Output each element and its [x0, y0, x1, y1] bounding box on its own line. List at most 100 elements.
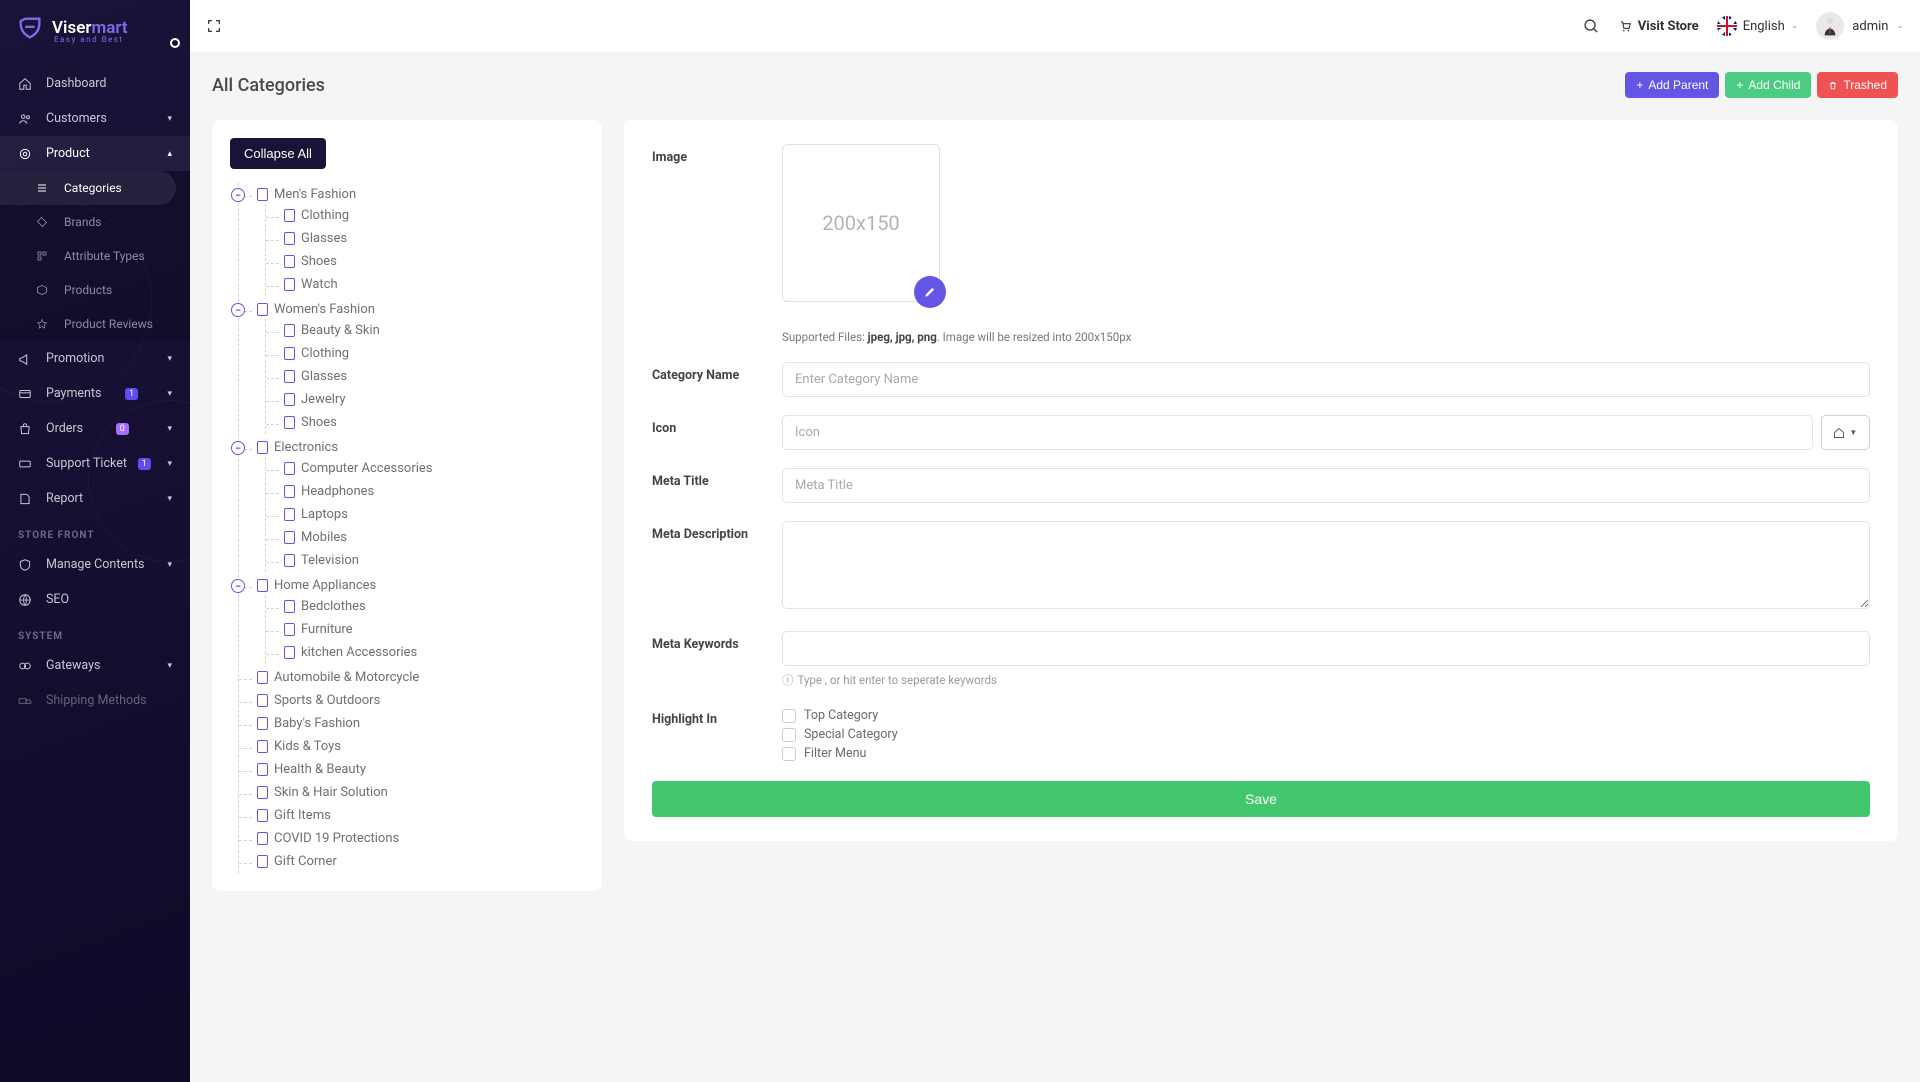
- collapse-icon[interactable]: −: [231, 441, 245, 455]
- add-parent-button[interactable]: + Add Parent: [1625, 72, 1719, 98]
- category-item[interactable]: Clothing: [284, 206, 584, 225]
- nav-categories[interactable]: Categories: [0, 171, 176, 205]
- logo[interactable]: Visermart Easy and Best: [0, 0, 190, 56]
- nav-brands[interactable]: Brands: [0, 205, 190, 239]
- nav-manage-contents[interactable]: Manage Contents ▾: [0, 547, 190, 582]
- nav-orders[interactable]: Orders 0 ▾: [0, 411, 190, 446]
- category-item[interactable]: Headphones: [284, 482, 584, 501]
- category-item[interactable]: COVID 19 Protections: [257, 829, 584, 848]
- category-label: Kids & Toys: [274, 739, 341, 754]
- truck-icon: [18, 694, 34, 708]
- collapse-icon[interactable]: −: [231, 579, 245, 593]
- category-item[interactable]: Clothing: [284, 344, 584, 363]
- nav-support[interactable]: Support Ticket 1 ▾: [0, 446, 190, 481]
- icon-input[interactable]: [782, 415, 1813, 450]
- tree-node: Clothing: [284, 342, 584, 365]
- category-item[interactable]: Gift Corner: [257, 852, 584, 871]
- category-item[interactable]: Computer Accessories: [284, 459, 584, 478]
- category-item[interactable]: Baby's Fashion: [257, 714, 584, 733]
- category-label: Health & Beauty: [274, 762, 366, 777]
- category-label: Gift Corner: [274, 854, 337, 869]
- chevron-down-icon: ▾: [167, 560, 172, 570]
- category-item[interactable]: Shoes: [284, 413, 584, 432]
- collapse-icon[interactable]: −: [231, 303, 245, 317]
- category-item[interactable]: Gift Items: [257, 806, 584, 825]
- image-upload-button[interactable]: [914, 276, 946, 308]
- search-icon[interactable]: [1583, 18, 1600, 35]
- tag-icon: [36, 216, 52, 228]
- category-item[interactable]: Mobiles: [284, 528, 584, 547]
- chevron-down-icon: ▾: [167, 424, 172, 434]
- nav-promotion[interactable]: Promotion ▾: [0, 341, 190, 376]
- nav-attribute-types[interactable]: Attribute Types: [0, 239, 190, 273]
- category-item[interactable]: Shoes: [284, 252, 584, 271]
- checkbox-input[interactable]: [782, 728, 796, 742]
- nav-gateways[interactable]: Gateways ▾: [0, 648, 190, 683]
- tree-node: Computer Accessories: [284, 457, 584, 480]
- category-item[interactable]: Automobile & Motorcycle: [257, 668, 584, 687]
- home-icon: [1833, 427, 1845, 439]
- document-icon: [284, 485, 295, 498]
- collapse-icon[interactable]: −: [231, 188, 245, 202]
- checkbox-input[interactable]: [782, 747, 796, 761]
- category-item[interactable]: Laptops: [284, 505, 584, 524]
- save-button[interactable]: Save: [652, 781, 1870, 817]
- sidebar-collapse-toggle[interactable]: [170, 38, 180, 48]
- meta-title-input[interactable]: [782, 468, 1870, 503]
- visit-store-link[interactable]: Visit Store: [1618, 19, 1699, 34]
- checkbox-top-category[interactable]: Top Category: [782, 706, 1870, 725]
- document-icon: [257, 671, 268, 684]
- ticket-icon: [18, 457, 34, 471]
- meta-keywords-input[interactable]: [782, 631, 1870, 666]
- badge: 0: [116, 423, 129, 435]
- nav-products[interactable]: Products: [0, 273, 190, 307]
- category-name-input[interactable]: [782, 362, 1870, 397]
- nav-shipping-methods[interactable]: Shipping Methods: [0, 683, 190, 718]
- document-icon: [257, 809, 268, 822]
- nav-seo[interactable]: SEO: [0, 582, 190, 617]
- add-child-button[interactable]: + Add Child: [1725, 72, 1811, 98]
- fullscreen-toggle-icon[interactable]: [206, 18, 222, 34]
- tree-node: Bedclothes: [284, 595, 584, 618]
- meta-description-input[interactable]: [782, 521, 1870, 609]
- checkbox-special-category[interactable]: Special Category: [782, 725, 1870, 744]
- collapse-all-button[interactable]: Collapse All: [230, 138, 326, 169]
- category-item[interactable]: kitchen Accessories: [284, 643, 584, 662]
- nav-product[interactable]: Product ▴: [0, 136, 190, 171]
- category-item[interactable]: Sports & Outdoors: [257, 691, 584, 710]
- category-item[interactable]: Watch: [284, 275, 584, 294]
- language-selector[interactable]: English ⌄: [1717, 16, 1799, 36]
- document-icon: [284, 600, 295, 613]
- category-item[interactable]: Glasses: [284, 367, 584, 386]
- nav-label: Support Ticket: [46, 456, 127, 471]
- category-item[interactable]: Beauty & Skin: [284, 321, 584, 340]
- category-item[interactable]: Glasses: [284, 229, 584, 248]
- icon-picker-button[interactable]: ▼: [1821, 415, 1870, 450]
- checkbox-filter-menu[interactable]: Filter Menu: [782, 744, 1870, 763]
- category-item[interactable]: Skin & Hair Solution: [257, 783, 584, 802]
- category-item[interactable]: Bedclothes: [284, 597, 584, 616]
- nav-report[interactable]: Report ▾: [0, 481, 190, 516]
- category-item[interactable]: Television: [284, 551, 584, 570]
- category-item[interactable]: Men's Fashion: [257, 185, 584, 204]
- category-item[interactable]: Furniture: [284, 620, 584, 639]
- nav-payments[interactable]: Payments 1 ▾: [0, 376, 190, 411]
- category-item[interactable]: Electronics: [257, 438, 584, 457]
- chevron-down-icon: ⌄: [1896, 21, 1904, 31]
- nav-dashboard[interactable]: Dashboard: [0, 66, 190, 101]
- admin-menu[interactable]: admin ⌄: [1816, 12, 1904, 40]
- checkbox-input[interactable]: [782, 709, 796, 723]
- category-item[interactable]: Home Appliances: [257, 576, 584, 595]
- category-item[interactable]: Jewelry: [284, 390, 584, 409]
- category-label: Glasses: [301, 231, 347, 246]
- nav-customers[interactable]: Customers ▾: [0, 101, 190, 136]
- nav-product-reviews[interactable]: Product Reviews: [0, 307, 190, 341]
- category-item[interactable]: Kids & Toys: [257, 737, 584, 756]
- tree-node: Furniture: [284, 618, 584, 641]
- category-item[interactable]: Health & Beauty: [257, 760, 584, 779]
- chevron-down-icon: ▾: [167, 389, 172, 399]
- document-icon: [284, 623, 295, 636]
- category-item[interactable]: Women's Fashion: [257, 300, 584, 319]
- trashed-button[interactable]: Trashed: [1817, 72, 1898, 98]
- tree-node: Watch: [284, 273, 584, 296]
